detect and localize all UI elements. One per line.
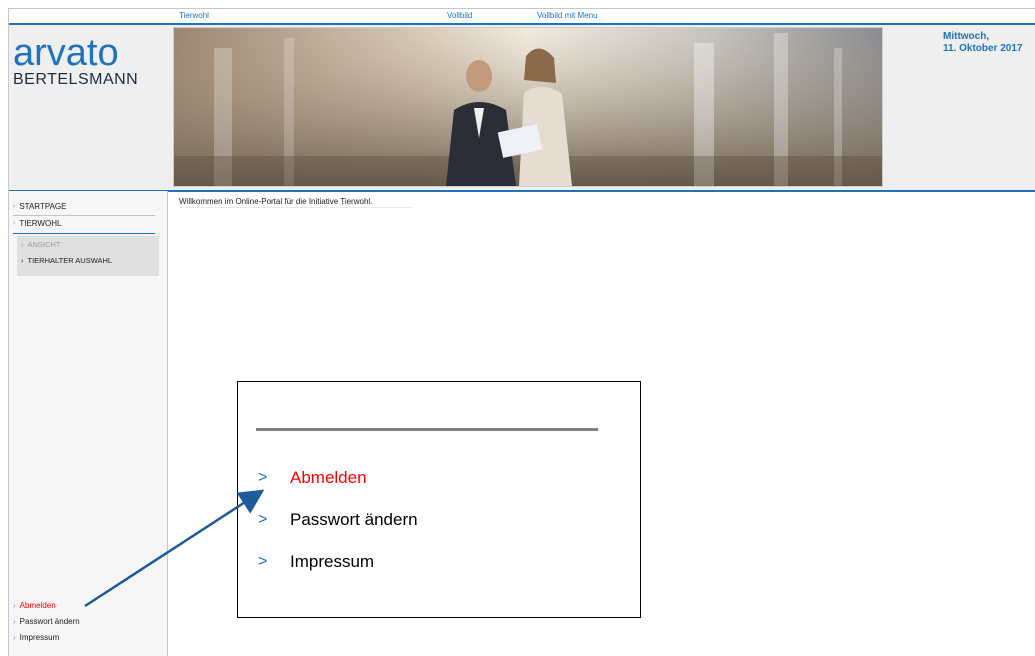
chevron-right-icon: › [13,617,16,626]
logo-subtitle: BERTELSMANN [13,71,139,88]
callout-label: Impressum [290,552,375,571]
topbar-link-vollbild-mit-menu[interactable]: Vollbild mit Menu [537,11,597,20]
sidebar: › STARTPAGE › TIERWOHL › ANSICHT › TIERH… [9,191,168,656]
link-label: Passwort ändern [19,617,80,626]
sidebar-item-startpage[interactable]: › STARTPAGE [13,202,66,211]
chevron-right-icon: › [21,240,24,249]
sidebar-item-label: STARTPAGE [19,202,67,211]
sidebar-item-tierwohl[interactable]: › TIERWOHL [13,219,61,228]
sidebar-subitem-label: TIERHALTER AUSWAHL [27,256,113,265]
link-label: Impressum [19,633,60,642]
date-weekday: Mittwoch, [943,31,990,42]
sidebar-subitem-label: ANSICHT [27,240,61,249]
callout-divider [256,428,598,431]
chevron-right-icon: › [13,633,16,642]
callout-abmelden[interactable]: > Abmelden [258,468,367,488]
chevron-right-icon: > [258,511,268,528]
logo-wordmark: arvato [13,32,119,74]
office-photo [174,28,882,186]
impressum-link[interactable]: › Impressum [13,633,59,642]
sidebar-submenu: › ANSICHT › TIERHALTER AUSWAHL [17,236,159,276]
chevron-right-icon: › [13,203,16,210]
callout-passwort-aendern[interactable]: > Passwort ändern [258,510,418,530]
chevron-right-icon: > [258,553,268,570]
topbar-link-tierwohl[interactable]: Tierwohl [179,11,209,20]
zoom-callout: > Abmelden > Passwort ändern > Impressum [237,381,641,618]
chevron-right-icon: › [21,256,24,265]
arvato-logo[interactable]: arvato BERTELSMANN [13,33,138,89]
link-label: Abmelden [19,601,56,610]
chevron-right-icon: › [13,601,16,610]
divider [13,233,155,234]
callout-impressum[interactable]: > Impressum [258,552,374,572]
chevron-right-icon: › [13,220,16,227]
date-day: 11. Oktober 2017 [943,43,1023,54]
passwort-aendern-link[interactable]: › Passwort ändern [13,617,80,626]
sidebar-subitem-tierhalter-auswahl[interactable]: › TIERHALTER AUSWAHL [21,256,112,265]
chevron-right-icon: > [258,469,268,486]
callout-label: Abmelden [290,468,367,487]
sidebar-subitem-ansicht[interactable]: › ANSICHT [21,240,60,249]
divider [13,215,155,216]
welcome-text: Willkommen im Online-Portal für die Init… [179,197,373,206]
header: arvato BERTELSMANN Mittwoch, 11. Oktober… [9,25,1035,192]
welcome-underline [179,207,413,208]
sidebar-item-label: TIERWOHL [19,219,62,228]
current-date: Mittwoch, 11. Oktober 2017 [943,31,1023,55]
callout-label: Passwort ändern [290,510,418,529]
abmelden-link[interactable]: › Abmelden [13,601,56,610]
topbar-link-vollbild[interactable]: Vollbild [447,11,472,20]
top-menu-bar: Tierwohl Vollbild Vollbild mit Menu [9,9,1035,25]
header-banner-image [173,27,883,187]
